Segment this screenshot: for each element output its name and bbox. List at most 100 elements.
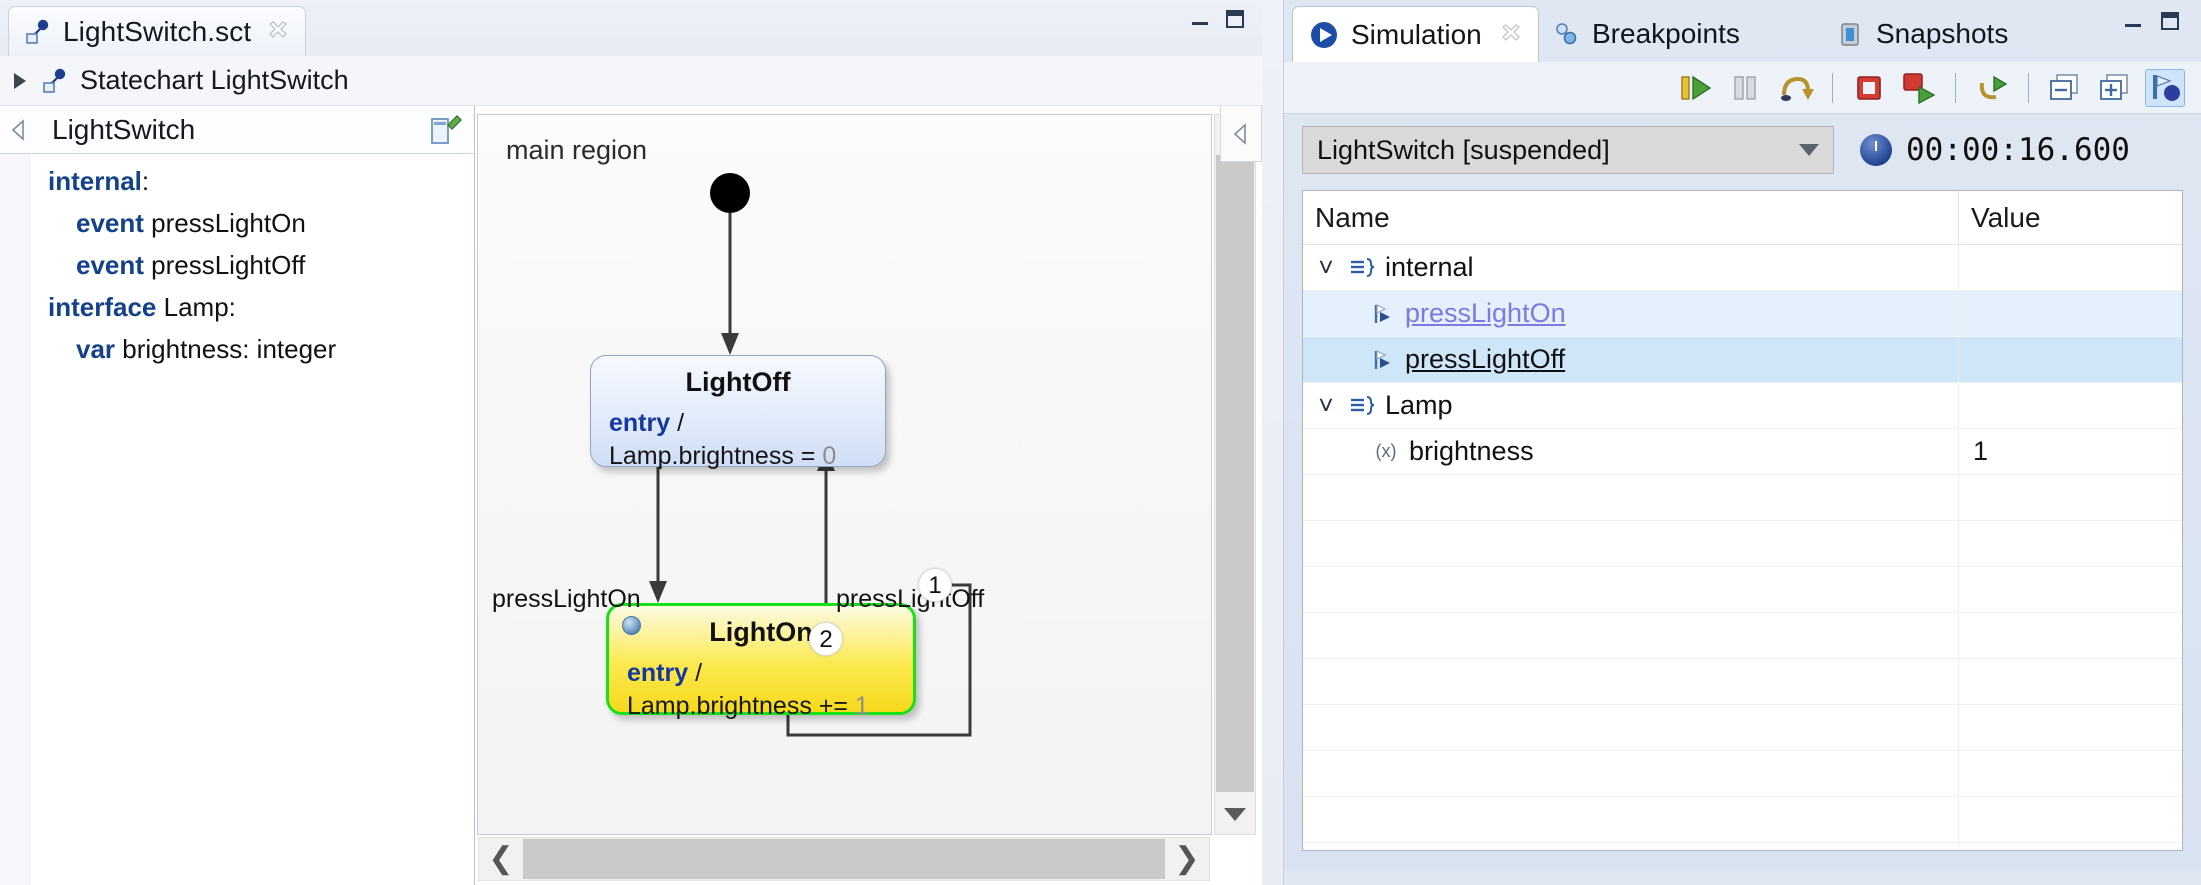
row-value-cell <box>1959 797 2182 842</box>
code-keyword: event <box>76 208 144 238</box>
scroll-left-icon[interactable]: ❮ <box>479 838 523 880</box>
table-row-empty[interactable] <box>1303 613 2182 659</box>
collapse-all-button[interactable] <box>2045 69 2085 107</box>
definition-code[interactable]: internal: event pressLightOn event press… <box>0 154 474 885</box>
tab-snapshots[interactable]: Snapshots <box>1820 6 2024 62</box>
state-name: LightOn <box>709 617 813 647</box>
diagram-canvas[interactable]: main region LightOff entry / Lamp.bright… <box>477 114 1212 863</box>
terminate-button[interactable] <box>1849 69 1889 107</box>
row-name-cell <box>1303 567 1959 612</box>
chevron-down-icon[interactable] <box>1799 144 1819 156</box>
tab-breakpoints[interactable]: Breakpoints <box>1536 6 1756 62</box>
session-select[interactable]: LightSwitch [suspended] <box>1302 126 1834 174</box>
clock-icon <box>1860 134 1892 166</box>
toolbar-separator <box>1955 72 1956 103</box>
minimize-icon[interactable] <box>1190 10 1210 28</box>
eclipse-workbench-window: LightSwitch.sct Statechart LightSwitch L… <box>0 0 2201 885</box>
row-label: Lamp <box>1385 390 1453 420</box>
variables-table[interactable]: Name Value ˅ internal pressLightOn press… <box>1302 190 2183 851</box>
simulation-tab-bar: Simulation Breakpoints Snapshots <box>1284 0 2201 62</box>
initial-state-node[interactable] <box>710 173 750 213</box>
chevron-down-icon[interactable]: ˅ <box>1313 252 1339 283</box>
snapshots-icon <box>1836 20 1864 48</box>
diagram-vertical-scrollbar[interactable] <box>1214 114 1256 835</box>
tab-simulation[interactable]: Simulation <box>1292 6 1539 62</box>
table-row-empty[interactable] <box>1303 797 2182 843</box>
expand-arrow-icon[interactable] <box>14 72 26 89</box>
table-row-empty[interactable] <box>1303 659 2182 705</box>
row-name-cell <box>1303 475 1959 520</box>
table-row[interactable]: (x) brightness 1 <box>1303 429 2182 475</box>
column-header-name[interactable]: Name <box>1303 191 1959 244</box>
simulation-bottom-strip <box>1284 871 2201 885</box>
transition-label-presslightoff[interactable]: pressLightOff <box>836 585 984 614</box>
row-name-cell <box>1303 705 1959 750</box>
toggle-timing-button[interactable] <box>2145 68 2185 107</box>
edit-definition-icon[interactable] <box>428 113 462 147</box>
entry-keyword: entry <box>627 659 689 687</box>
resume-button[interactable] <box>1676 69 1716 107</box>
collapse-left-icon[interactable] <box>8 118 30 142</box>
expand-all-button[interactable] <box>2095 69 2135 107</box>
diagram-horizontal-scrollbar[interactable]: ❮ ❯ <box>478 837 1210 881</box>
minimize-icon[interactable] <box>2123 12 2143 30</box>
definition-title: LightSwitch <box>52 113 196 145</box>
row-value-cell <box>1959 567 2182 612</box>
row-label[interactable]: pressLightOn <box>1405 298 1566 329</box>
row-value-cell[interactable] <box>1959 337 2182 382</box>
active-state-indicator-icon <box>622 616 641 635</box>
row-value-cell <box>1959 843 2182 850</box>
restart-button[interactable] <box>1972 69 2012 107</box>
chevron-down-icon[interactable]: ˅ <box>1313 390 1339 421</box>
transition-label-presslighton[interactable]: pressLightOn <box>492 585 641 614</box>
simulation-icon <box>1309 20 1339 50</box>
scroll-right-icon[interactable]: ❯ <box>1165 838 1209 880</box>
simulation-toolbar <box>1284 62 2201 114</box>
table-row[interactable]: ˅ Lamp <box>1303 383 2182 429</box>
column-header-value[interactable]: Value <box>1959 191 2182 244</box>
entry-action-value: 1 <box>854 692 869 720</box>
table-row-empty[interactable] <box>1303 751 2182 797</box>
table-row[interactable]: pressLightOff <box>1303 337 2182 383</box>
tab-label: Snapshots <box>1876 18 2009 49</box>
maximize-icon[interactable] <box>2161 12 2179 30</box>
event-icon[interactable] <box>1371 301 1397 327</box>
row-value-cell[interactable] <box>1959 291 2182 336</box>
suspend-button[interactable] <box>1726 69 1766 107</box>
event-icon[interactable] <box>1371 347 1397 373</box>
editor-tab-lightswitch-sct[interactable]: LightSwitch.sct <box>8 6 307 56</box>
table-row-empty[interactable] <box>1303 475 2182 521</box>
statechart-file-icon <box>40 66 70 96</box>
row-name-cell <box>1303 797 1959 842</box>
diagram-canvas-outer: main region LightOff entry / Lamp.bright… <box>477 114 1212 863</box>
table-row-empty[interactable] <box>1303 567 2182 613</box>
row-value-cell[interactable]: 1 <box>1959 429 2182 474</box>
table-row[interactable]: ˅ internal <box>1303 245 2182 291</box>
scroll-down-icon[interactable] <box>1215 794 1255 834</box>
scrollbar-thumb[interactable] <box>523 839 1165 879</box>
state-entry-action: entry / Lamp.brightness = 0 <box>591 407 885 483</box>
state-node-lighton[interactable]: LightOn entry / Lamp.brightness += 1 <box>606 603 916 720</box>
code-keyword: interface <box>48 292 157 322</box>
code-text: Lamp: <box>156 292 236 322</box>
state-node-lightoff[interactable]: LightOff entry / Lamp.brightness = 0 <box>590 355 886 470</box>
table-row-empty[interactable] <box>1303 705 2182 751</box>
table-row-empty[interactable] <box>1303 843 2182 850</box>
row-value-cell <box>1959 751 2182 796</box>
row-label[interactable]: pressLightOff <box>1405 344 1565 375</box>
step-over-button[interactable] <box>1776 69 1816 107</box>
maximize-icon[interactable] <box>1226 10 1244 28</box>
close-icon[interactable] <box>267 20 289 43</box>
terminate-and-relaunch-button[interactable] <box>1899 69 1939 107</box>
table-row[interactable]: pressLightOn <box>1303 291 2182 337</box>
row-value-cell <box>1959 245 2182 290</box>
close-icon[interactable] <box>1500 23 1522 46</box>
diagram-collapse-handle[interactable] <box>1220 106 1262 162</box>
row-name-cell: pressLightOff <box>1303 337 1959 382</box>
diagram-canvas-wrapper: main region LightOff entry / Lamp.bright… <box>475 106 1262 885</box>
code-text: brightness: integer <box>115 334 337 364</box>
table-row-empty[interactable] <box>1303 521 2182 567</box>
row-label: internal <box>1385 252 1474 282</box>
scrollbar-thumb[interactable] <box>1216 155 1254 792</box>
row-value-cell <box>1959 659 2182 704</box>
